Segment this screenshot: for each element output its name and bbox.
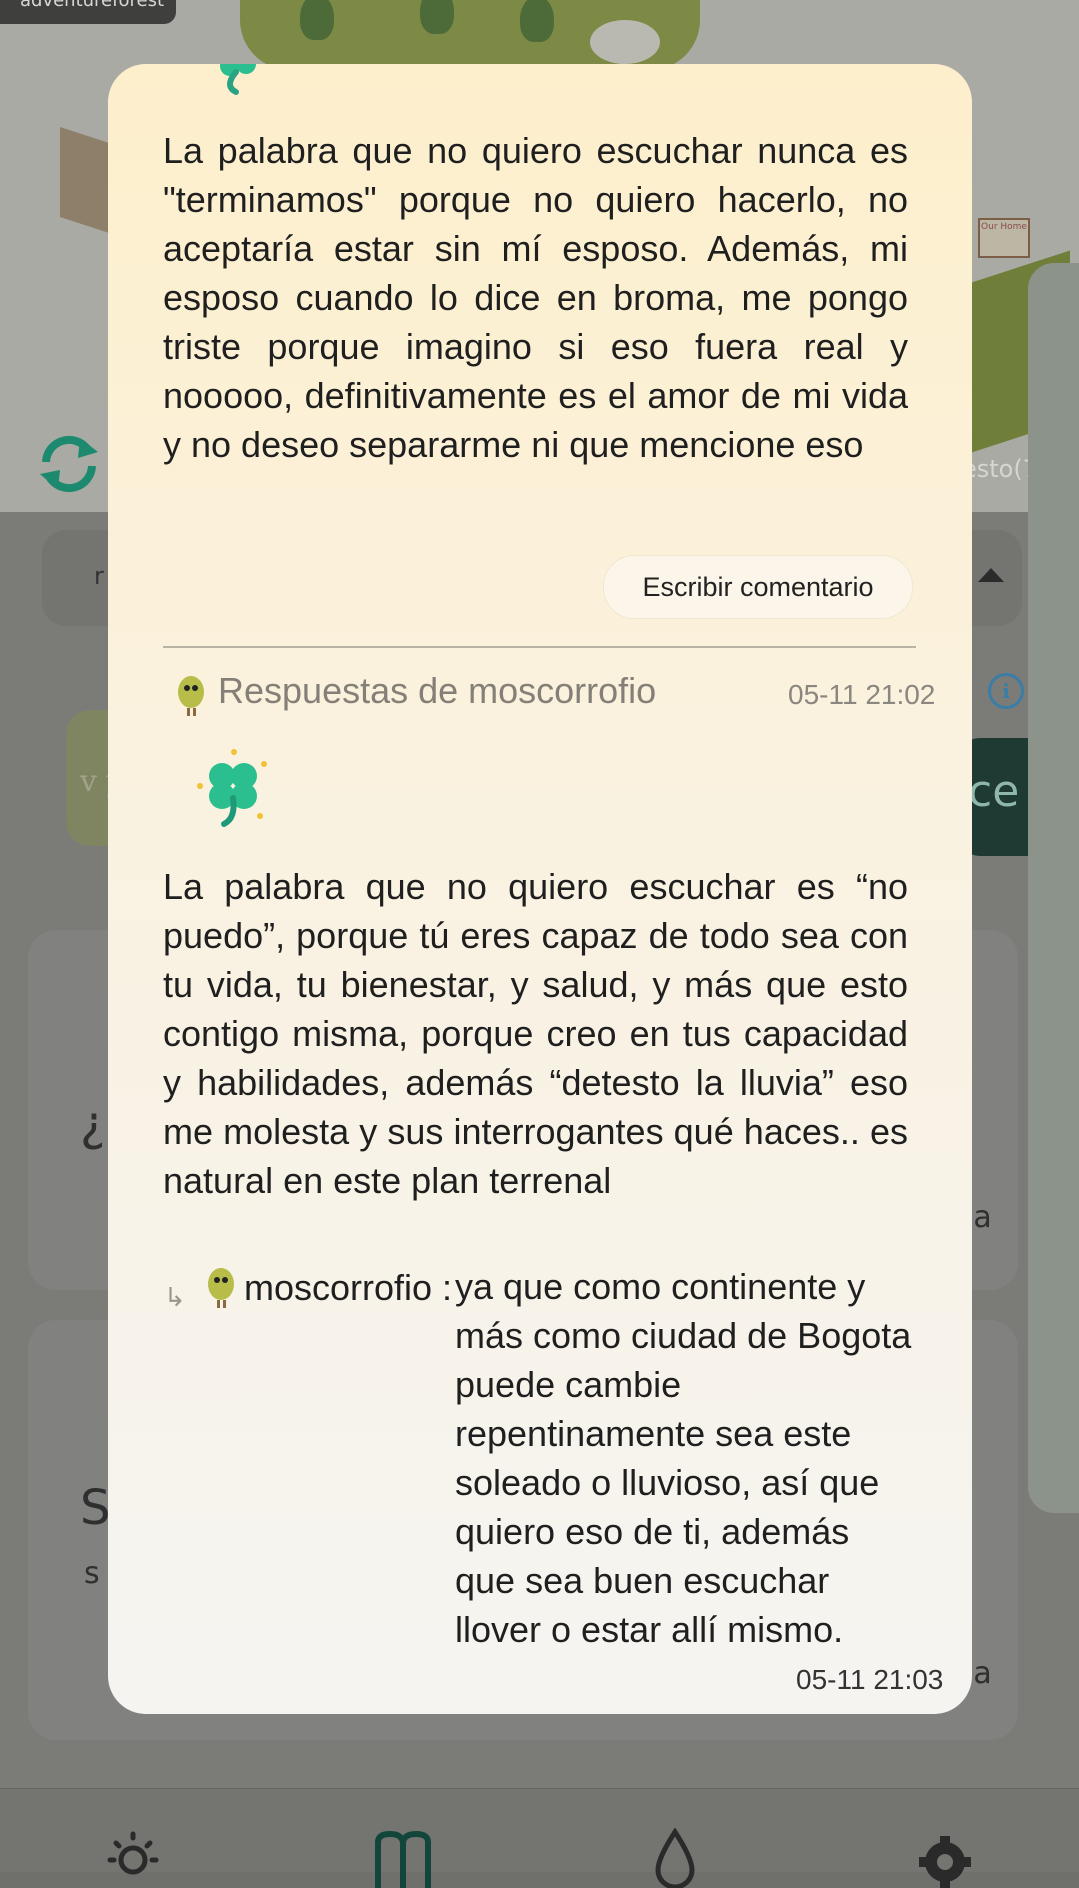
comment-timestamp: 05-11 21:03 [796,1664,944,1695]
avatar-icon [178,676,204,716]
book-icon[interactable] [374,1828,432,1888]
username-chip[interactable]: adventureforest [0,0,176,24]
tree [420,0,454,34]
home-sign: Our Home [978,218,1030,258]
tree [300,0,334,40]
drop-icon[interactable] [646,1828,704,1888]
bunny-character [590,20,660,64]
background-side-panel [1028,263,1079,1513]
refresh-icon[interactable] [34,432,104,494]
clover-icon [220,64,256,95]
background-sub-text: s [84,1556,100,1591]
comment-author[interactable]: moscorrofio : [244,1267,452,1309]
response-timestamp: 05-11 21:02 [788,679,936,710]
tree [520,0,554,42]
post-text: La palabra que no quiero escuchar nunca … [163,130,908,465]
divider [163,646,916,648]
reply-text: La palabra que no quiero escuchar es “no… [163,866,908,1201]
gear-icon[interactable] [916,1828,974,1888]
clover-icon [197,749,267,827]
comment-text: ya que como continente y más como ciudad… [455,1266,912,1650]
background-input-text: r [94,562,104,590]
sun-icon[interactable] [104,1828,162,1888]
responses-title: Respuestas de moscorrofio [218,670,657,711]
write-comment-button[interactable]: Escribir comentario [603,555,913,619]
caret-up-icon[interactable] [978,568,1004,582]
avatar-icon [208,1268,234,1308]
reply-arrow-icon: ↳ [164,1282,186,1312]
background-title-text: S [80,1480,111,1536]
answer-modal: La palabra que no quiero escuchar nunca … [108,64,972,1714]
info-icon[interactable]: i [988,673,1024,709]
background-side-text: esto(7 [962,455,1038,483]
